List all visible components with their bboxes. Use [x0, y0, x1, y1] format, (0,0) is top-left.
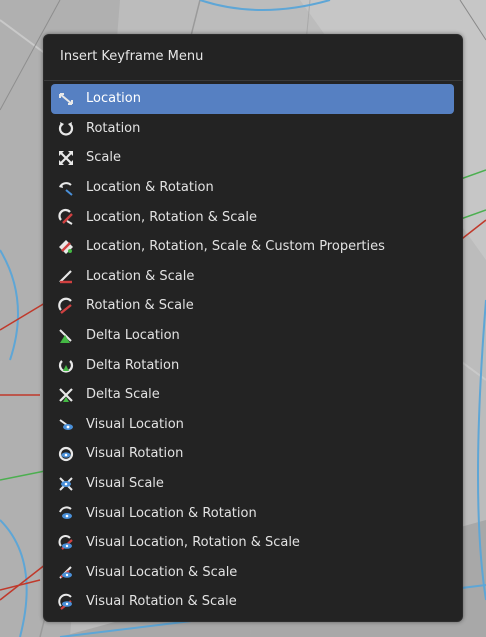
menu-item-label: Delta Rotation: [86, 357, 180, 373]
menu-item[interactable]: Rotation & Scale: [51, 291, 454, 321]
menu-item-label: Visual Location, Rotation & Scale: [86, 535, 300, 551]
menu-item[interactable]: Visual Rotation: [51, 439, 454, 469]
location-rotation-icon: [59, 181, 73, 196]
menu-title: Insert Keyframe Menu: [60, 49, 204, 64]
menu-item-label: Location, Rotation & Scale: [86, 209, 257, 225]
menu-item-label: Location: [86, 91, 141, 107]
menu-item-label: Rotation & Scale: [86, 298, 194, 314]
menu-item[interactable]: Delta Rotation: [51, 350, 454, 380]
delta-rotation-icon: [58, 360, 74, 373]
menu-item[interactable]: Location, Rotation, Scale & Custom Prope…: [51, 232, 454, 262]
menu-item[interactable]: Rotation: [51, 114, 454, 144]
menu-item[interactable]: Visual Location & Scale: [51, 558, 454, 588]
insert-keyframe-menu: Insert Keyframe Menu Location Rotation Sca…: [43, 34, 463, 622]
menu-item[interactable]: Location: [51, 84, 454, 114]
menu-item-label: Location, Rotation, Scale & Custom Prope…: [86, 239, 385, 255]
menu-item-label: Visual Location: [86, 416, 184, 432]
menu-item[interactable]: Visual Scale: [51, 469, 454, 499]
menu-item-label: Visual Location & Rotation: [86, 505, 257, 521]
menu-item[interactable]: Delta Scale: [51, 380, 454, 410]
visual-location-scale-icon: [59, 566, 72, 580]
delta-location-icon: [59, 328, 72, 343]
menu-item[interactable]: Location & Rotation: [51, 173, 454, 203]
menu-item-label: Location & Rotation: [86, 180, 214, 196]
menu-item-label: Location & Scale: [86, 268, 195, 284]
menu-item-label: Rotation: [86, 120, 141, 136]
menu-item[interactable]: Visual Location & Rotation: [51, 498, 454, 528]
location-rotation-scale-custom-icon: [59, 239, 73, 254]
visual-rotation-scale-icon: [58, 593, 72, 610]
menu-item-label: Visual Location & Scale: [86, 564, 238, 580]
menu-item-label: Visual Scale: [86, 476, 164, 492]
menu-item[interactable]: Visual Location, Rotation & Scale: [51, 528, 454, 558]
rotation-scale-icon: [58, 297, 72, 314]
menu-item-label: Delta Scale: [86, 387, 160, 403]
menu-item[interactable]: Visual Rotation & Scale: [51, 587, 454, 617]
menu-item[interactable]: Delta Location: [51, 321, 454, 351]
visual-location-rotation-scale-icon: [58, 534, 73, 550]
scale-icon: [59, 150, 73, 165]
menu-item-label: Delta Location: [86, 328, 180, 344]
location-rotation-scale-icon: [58, 209, 73, 226]
menu-separator: [44, 80, 462, 81]
visual-rotation-icon: [58, 446, 74, 462]
menu-item[interactable]: Scale: [51, 143, 454, 173]
rotation-icon: [58, 122, 74, 136]
visual-location-icon: [59, 419, 73, 431]
visual-location-rotation-icon: [59, 506, 72, 520]
menu-item[interactable]: Visual Location: [51, 410, 454, 440]
menu-item[interactable]: Location, Rotation & Scale: [51, 202, 454, 232]
location-icon: [59, 92, 73, 105]
delta-scale-icon: [59, 387, 73, 402]
menu-item[interactable]: Location & Scale: [51, 262, 454, 292]
menu-items: Location Rotation Scale Location & Rotation…: [51, 84, 454, 617]
visual-scale-icon: [59, 476, 73, 491]
menu-item-label: Visual Rotation & Scale: [86, 594, 237, 610]
menu-item-label: Visual Rotation: [86, 446, 184, 462]
menu-item-label: Scale: [86, 150, 121, 166]
location-scale-icon: [59, 270, 72, 284]
